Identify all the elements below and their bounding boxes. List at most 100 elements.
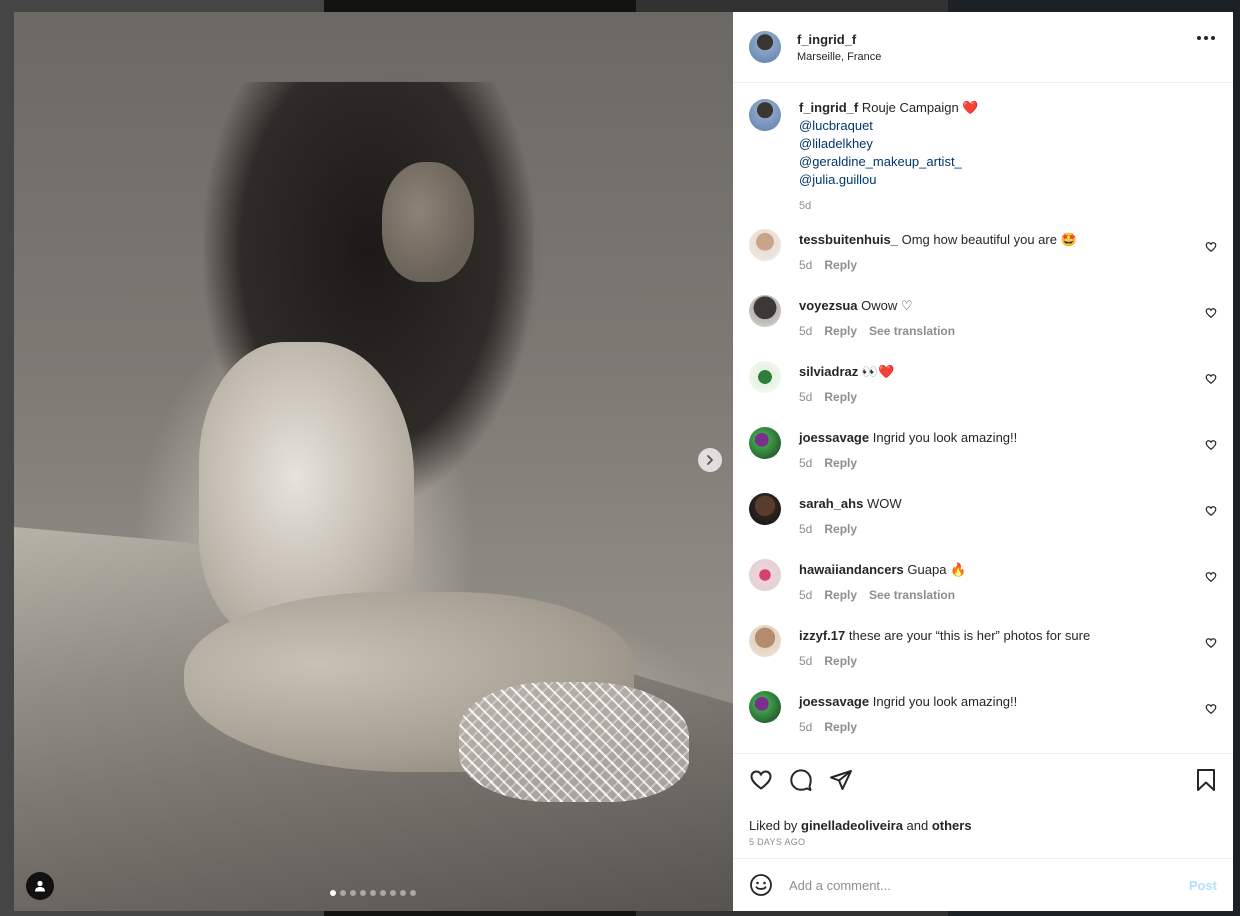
comment-text: Ingrid you look amazing!! xyxy=(872,430,1018,445)
comments-list[interactable]: f_ingrid_f Rouje Campaign ❤️ @lucbraquet… xyxy=(733,83,1233,753)
comment-text: these are your “this is her” photos for … xyxy=(848,628,1091,643)
commenter-username[interactable]: tessbuitenhuis_ xyxy=(799,232,898,247)
comment-item: tessbuitenhuis_ Omg how beautiful you ar… xyxy=(749,229,1217,295)
comment-item: hawaiiandancers Guapa 🔥 5d Reply See transl… xyxy=(749,559,1217,625)
commenter-avatar[interactable] xyxy=(749,493,781,525)
see-translation-button[interactable]: See translation xyxy=(869,324,955,338)
comment-like-heart-icon[interactable] xyxy=(1205,571,1217,583)
carousel-dot xyxy=(350,890,356,896)
commenter-username[interactable]: voyezsua xyxy=(799,298,858,313)
comment-item: voyezsua Owow ♡ 5d Reply See translation xyxy=(749,295,1217,361)
comment-input[interactable] xyxy=(787,876,1189,894)
caption-text: Rouje Campaign ❤️ xyxy=(861,100,979,115)
mention-link[interactable]: @julia.guillou xyxy=(799,171,979,189)
comment-time: 5d xyxy=(799,390,813,404)
reply-button[interactable]: Reply xyxy=(824,390,857,404)
chevron-right-icon xyxy=(707,455,713,465)
caption-time: 5d xyxy=(799,200,812,212)
reply-button[interactable]: Reply xyxy=(824,654,857,668)
commenter-avatar[interactable] xyxy=(749,691,781,723)
commenter-username[interactable]: izzyf.17 xyxy=(799,628,845,643)
comment-item: silviadraz 👀❤️ 5d Reply xyxy=(749,361,1217,427)
caption-avatar[interactable] xyxy=(749,99,781,131)
comment-text: 👀❤️ xyxy=(861,364,895,379)
comment-text: Ingrid you look amazing!! xyxy=(872,694,1018,709)
commenter-avatar[interactable] xyxy=(749,361,781,393)
comment-time: 5d xyxy=(799,522,813,536)
author-avatar[interactable] xyxy=(749,31,781,63)
post-comment-button[interactable]: Post xyxy=(1189,878,1217,893)
author-username[interactable]: f_ingrid_f xyxy=(797,32,881,47)
reply-button[interactable]: Reply xyxy=(824,588,857,602)
post-location[interactable]: Marseille, France xyxy=(797,51,881,63)
user-tag-icon xyxy=(35,880,45,892)
paper-plane-icon[interactable] xyxy=(829,768,853,792)
carousel-next-button[interactable] xyxy=(698,448,722,472)
reply-button[interactable]: Reply xyxy=(824,456,857,470)
commenter-avatar[interactable] xyxy=(749,229,781,261)
post-header: f_ingrid_f Marseille, France xyxy=(733,12,1233,83)
comment-text: Owow ♡ xyxy=(861,298,913,313)
comment-like-heart-icon[interactable] xyxy=(1205,703,1217,715)
comment-text: WOW xyxy=(866,496,902,511)
carousel-dot xyxy=(360,890,366,896)
comment-text: Omg how beautiful you are 🤩 xyxy=(901,232,1077,247)
comment-like-heart-icon[interactable] xyxy=(1205,373,1217,385)
likes-middle: and xyxy=(902,818,932,833)
post-photo xyxy=(14,12,733,911)
post-age: 5 DAYS AGO xyxy=(749,837,806,847)
carousel-dot xyxy=(400,890,406,896)
comment-item: izzyf.17 these are your “this is her” ph… xyxy=(749,625,1217,691)
commenter-username[interactable]: joessavage xyxy=(799,430,869,445)
mention-link[interactable]: @geraldine_makeup_artist_ xyxy=(799,153,979,171)
comment-time: 5d xyxy=(799,456,813,470)
commenter-avatar[interactable] xyxy=(749,427,781,459)
commenter-username[interactable]: joessavage xyxy=(799,694,869,709)
comment-bubble-icon[interactable] xyxy=(789,768,813,792)
comment-item: joessavage Ingrid you look amazing!! 5d Re… xyxy=(749,691,1217,753)
liked-by-user[interactable]: ginelladeoliveira xyxy=(801,818,903,833)
more-options-button[interactable] xyxy=(1197,36,1215,40)
commenter-username[interactable]: hawaiiandancers xyxy=(799,562,904,577)
commenter-avatar[interactable] xyxy=(749,295,781,327)
carousel-dot xyxy=(410,890,416,896)
comment-item: joessavage Ingrid you look amazing!! 5d Re… xyxy=(749,427,1217,493)
comment-time: 5d xyxy=(799,258,813,272)
comment-like-heart-icon[interactable] xyxy=(1205,241,1217,253)
mention-link[interactable]: @liladelkhey xyxy=(799,135,979,153)
reply-button[interactable]: Reply xyxy=(824,258,857,272)
carousel-dot xyxy=(380,890,386,896)
caption-username[interactable]: f_ingrid_f xyxy=(799,100,858,115)
carousel-indicator xyxy=(330,890,416,896)
post-modal: f_ingrid_f Marseille, France f_ingrid_f … xyxy=(14,12,1233,911)
mention-link[interactable]: @lucbraquet xyxy=(799,117,979,135)
commenter-username[interactable]: sarah_ahs xyxy=(799,496,863,511)
reply-button[interactable]: Reply xyxy=(824,324,857,338)
carousel-dot xyxy=(390,890,396,896)
carousel-dot xyxy=(370,890,376,896)
comment-like-heart-icon[interactable] xyxy=(1205,307,1217,319)
likes-others-link[interactable]: others xyxy=(932,818,972,833)
likes-summary: Liked by ginelladeoliveira and others 5 … xyxy=(733,818,1233,858)
bookmark-icon[interactable] xyxy=(1195,768,1217,792)
comment-like-heart-icon[interactable] xyxy=(1205,637,1217,649)
commenter-username[interactable]: silviadraz xyxy=(799,364,858,379)
carousel-dot xyxy=(340,890,346,896)
comment-time: 5d xyxy=(799,654,813,668)
tagged-users-button[interactable] xyxy=(26,872,54,900)
comment-like-heart-icon[interactable] xyxy=(1205,439,1217,451)
carousel-dot xyxy=(330,890,336,896)
likes-prefix: Liked by xyxy=(749,818,802,833)
emoji-smile-icon[interactable] xyxy=(749,873,773,897)
post-caption: f_ingrid_f Rouje Campaign ❤️ @lucbraquet… xyxy=(749,99,1217,229)
comment-time: 5d xyxy=(799,588,813,602)
comment-item: sarah_ahs WOW 5d Reply xyxy=(749,493,1217,559)
reply-button[interactable]: Reply xyxy=(824,522,857,536)
commenter-avatar[interactable] xyxy=(749,559,781,591)
comment-composer: Post xyxy=(733,858,1233,911)
reply-button[interactable]: Reply xyxy=(824,720,857,734)
see-translation-button[interactable]: See translation xyxy=(869,588,955,602)
heart-icon[interactable] xyxy=(749,768,773,792)
commenter-avatar[interactable] xyxy=(749,625,781,657)
comment-like-heart-icon[interactable] xyxy=(1205,505,1217,517)
